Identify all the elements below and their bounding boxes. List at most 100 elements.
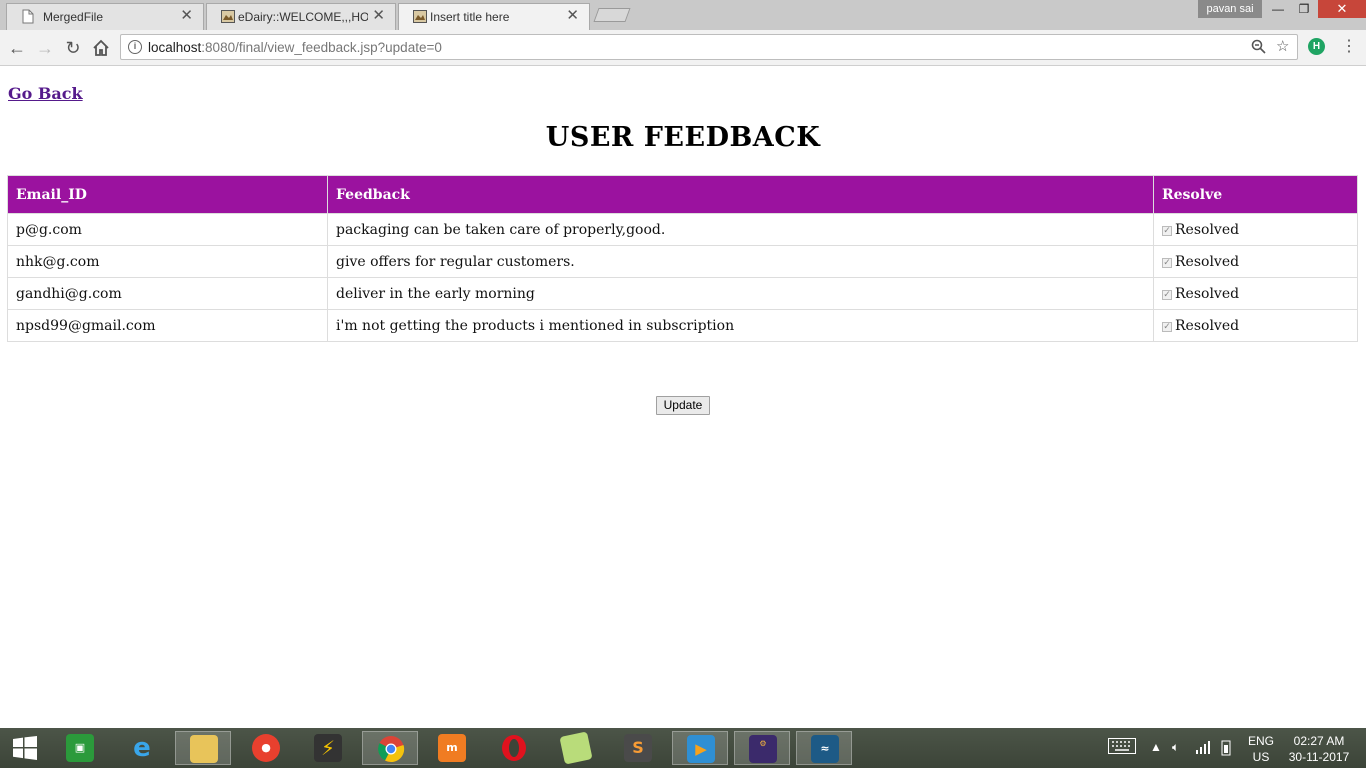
taskbar-gom[interactable]: ● [238, 731, 294, 765]
resolve-label: Resolved [1175, 317, 1240, 334]
language-code: ENG [1247, 734, 1274, 748]
close-icon[interactable]: ✕ [566, 8, 579, 24]
site-favicon-icon [413, 9, 427, 24]
go-back-link[interactable]: Go Back [8, 84, 83, 103]
resolve-cell: ✓ Resolved [1153, 245, 1358, 278]
resolve-cell: ✓ Resolved [1153, 309, 1358, 342]
tab-edairy[interactable]: eDairy::WELCOME,,,HOM ✕ [206, 3, 396, 30]
close-icon[interactable]: ✕ [180, 8, 193, 24]
back-arrow-icon[interactable]: ← [6, 37, 28, 59]
taskbar-chrome[interactable] [362, 731, 418, 765]
feedback-cell: give offers for regular customers. [327, 245, 1154, 278]
taskbar-sublime[interactable]: S [610, 731, 666, 765]
resolved-checkbox[interactable]: ✓ [1162, 257, 1172, 268]
home-icon[interactable] [90, 37, 112, 59]
clock-date: 30-11-2017 [1288, 750, 1350, 764]
table-row: npsd99@gmail.com i'm not getting the pro… [7, 309, 1358, 342]
resolved-checkbox[interactable]: ✓ [1162, 225, 1172, 236]
zoom-icon[interactable] [1251, 39, 1266, 58]
column-header-email: Email_ID [7, 175, 328, 214]
email-cell: npsd99@gmail.com [7, 309, 328, 342]
table-row: gandhi@g.com deliver in the early mornin… [7, 277, 1358, 310]
resolve-label: Resolved [1175, 221, 1240, 238]
feedback-cell: i'm not getting the products i mentioned… [327, 309, 1154, 342]
sublime-icon: S [624, 734, 652, 762]
email-cell: gandhi@g.com [7, 277, 328, 310]
table-row: p@g.com packaging can be taken care of p… [7, 213, 1358, 246]
update-button[interactable]: Update [656, 396, 710, 415]
clock-time: 02:27 AM [1293, 734, 1345, 748]
extension-icon[interactable]: H [1308, 38, 1325, 55]
taskbar-sticky-notes[interactable] [548, 731, 604, 765]
reload-icon[interactable]: ↻ [62, 37, 84, 59]
taskbar-opera[interactable] [486, 731, 542, 765]
address-bar[interactable]: i localhost:8080/final/view_feedback.jsp… [120, 34, 1298, 60]
browser-toolbar: ← → ↻ i localhost:8080/final/view_feedba… [0, 30, 1366, 66]
internet-explorer-icon: e [133, 733, 151, 763]
bookmark-star-icon[interactable]: ☆ [1276, 37, 1289, 55]
store-icon: ▣ [66, 734, 94, 762]
resolve-cell: ✓ Resolved [1153, 277, 1358, 310]
eclipse-icon: ⚙ [749, 735, 777, 763]
volume-icon[interactable]: 🔈︎ [1172, 740, 1179, 755]
feedback-table: Email_ID Feedback Resolve p@g.com packag… [7, 175, 1358, 342]
tab-insert-title[interactable]: Insert title here ✕ [398, 3, 590, 30]
taskbar-video-player[interactable]: ▶ [672, 731, 728, 765]
play-icon: ▶ [687, 735, 715, 763]
resolve-cell: ✓ Resolved [1153, 213, 1358, 246]
table-header-row: Email_ID Feedback Resolve [7, 175, 1358, 214]
menu-icon[interactable]: ⋮ [1341, 36, 1357, 56]
close-icon[interactable]: ✕ [372, 8, 385, 24]
info-icon[interactable]: i [128, 40, 142, 54]
url-text: localhost:8080/final/view_feedback.jsp?u… [148, 40, 442, 55]
table-row: nhk@g.com give offers for regular custom… [7, 245, 1358, 278]
resolved-checkbox[interactable]: ✓ [1162, 321, 1172, 332]
tab-mergedfile[interactable]: MergedFile ✕ [6, 3, 204, 30]
email-cell: nhk@g.com [7, 245, 328, 278]
new-tab-button[interactable] [593, 8, 631, 22]
minimize-icon[interactable]: — [1264, 0, 1292, 18]
taskbar-store[interactable]: ▣ [52, 731, 108, 765]
taskbar-mysql[interactable]: ≈ [796, 731, 852, 765]
app-icon: m [438, 734, 466, 762]
chrome-icon [378, 736, 405, 763]
forward-arrow-icon[interactable]: → [34, 37, 56, 59]
keyboard-icon[interactable] [1108, 738, 1136, 757]
taskbar-eclipse[interactable]: ⚙ [734, 731, 790, 765]
sticky-notes-icon [559, 731, 593, 765]
tab-title: MergedFile [43, 10, 104, 24]
taskbar-winamp[interactable]: ⚡ [300, 731, 356, 765]
taskbar-file-explorer[interactable] [175, 731, 231, 765]
tab-strip: MergedFile ✕ eDairy::WELCOME,,,HOM ✕ Ins… [0, 0, 1366, 30]
tab-title: Insert title here [430, 10, 510, 24]
feedback-cell: packaging can be taken care of properly,… [327, 213, 1154, 246]
feedback-cell: deliver in the early morning [327, 277, 1154, 310]
taskbar-micromax[interactable]: m [424, 731, 480, 765]
keyboard-layout: US [1252, 750, 1270, 764]
tab-title: eDairy::WELCOME,,,HOM [238, 10, 368, 24]
opera-icon [502, 735, 526, 761]
column-header-feedback: Feedback [327, 175, 1154, 214]
profile-button[interactable]: pavan sai [1198, 0, 1262, 18]
language-indicator[interactable]: ENG US [1245, 733, 1277, 765]
network-signal-icon[interactable] [1196, 740, 1212, 757]
window-close-button[interactable]: ✕ [1318, 0, 1366, 18]
lightning-icon: ⚡ [314, 734, 342, 762]
dolphin-icon: ≈ [811, 735, 839, 763]
restore-icon[interactable]: ❐ [1290, 0, 1318, 18]
resolved-checkbox[interactable]: ✓ [1162, 289, 1172, 300]
resolve-label: Resolved [1175, 253, 1240, 270]
battery-icon[interactable] [1219, 740, 1233, 759]
folder-icon [190, 735, 218, 763]
windows-logo-icon [13, 736, 37, 760]
system-clock[interactable]: 02:27 AM 30-11-2017 [1286, 733, 1352, 765]
site-favicon-icon [221, 9, 235, 24]
page-title: USER FEEDBACK [545, 122, 821, 153]
tray-chevron-icon[interactable]: ▲ [1150, 740, 1162, 754]
taskbar-ie[interactable]: e [114, 731, 170, 765]
page-content: Go Back USER FEEDBACK Email_ID Feedback … [0, 67, 1366, 728]
windows-taskbar: ▣ e ● ⚡ m S ▶ ⚙ ≈ ▲ 🔈︎ ENG US 02:27 AM 3… [0, 728, 1366, 768]
email-cell: p@g.com [7, 213, 328, 246]
document-icon [21, 9, 35, 24]
start-button[interactable] [0, 731, 50, 765]
